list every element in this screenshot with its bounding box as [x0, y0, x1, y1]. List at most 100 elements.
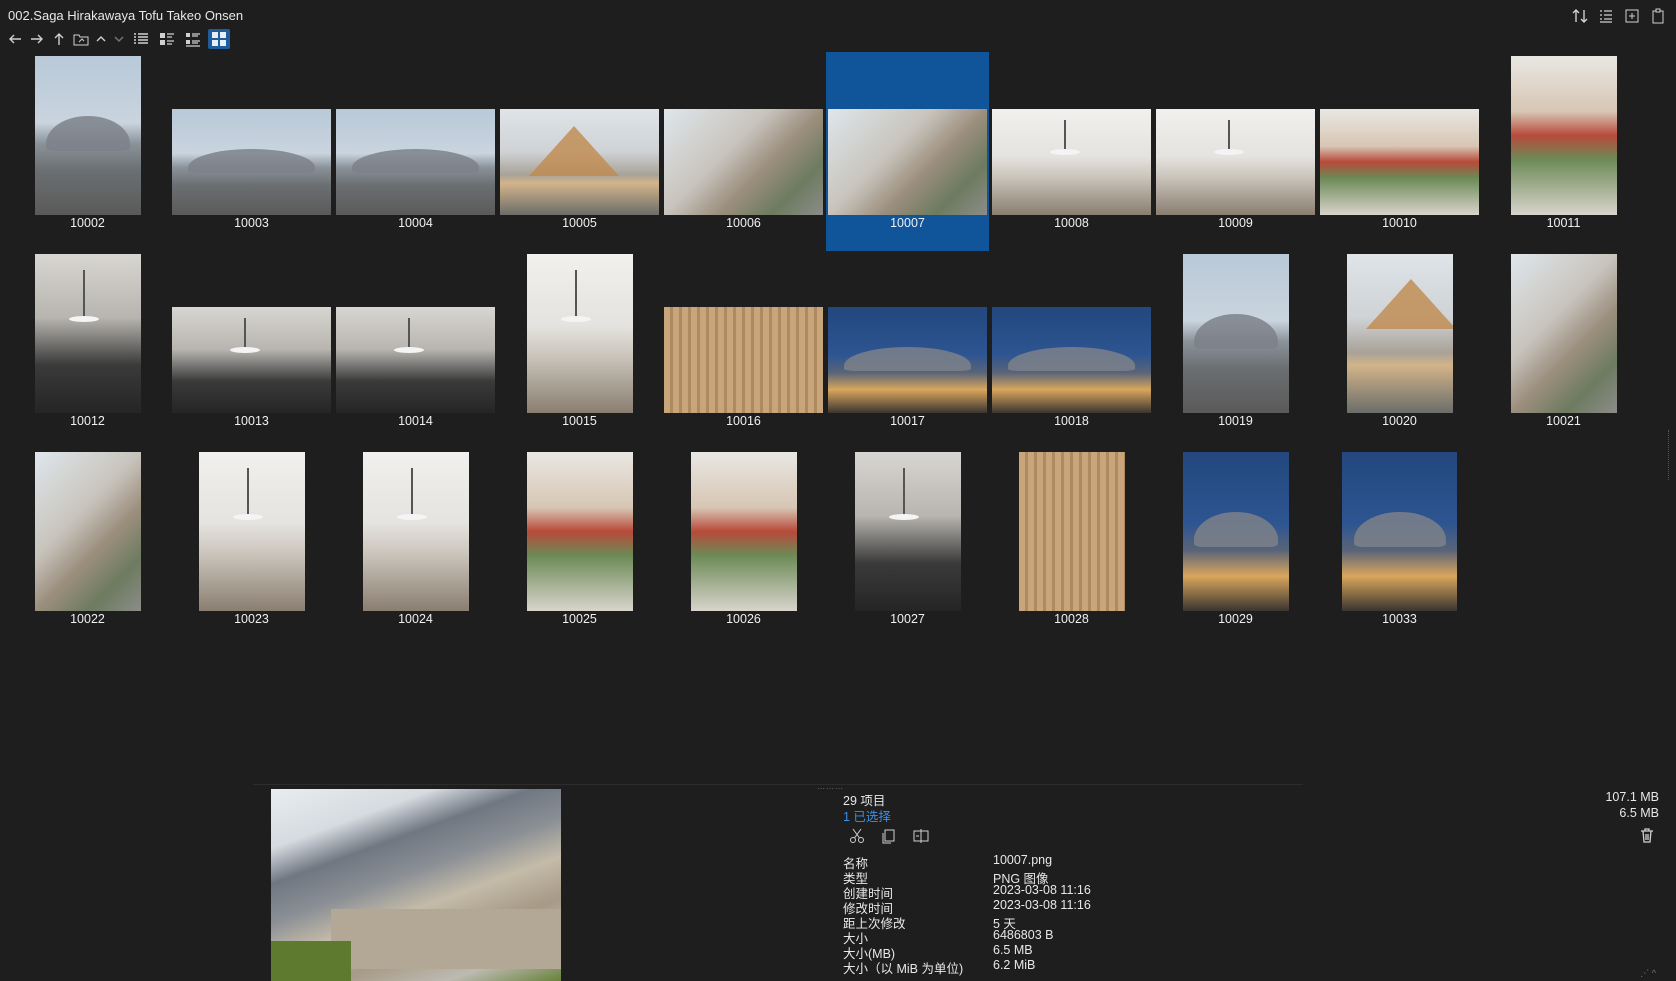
thumbnail-label: 10023	[234, 612, 269, 626]
thumbnail-image	[664, 109, 823, 215]
thumbnail-tile[interactable]: 10005	[498, 52, 661, 251]
new-tab-icon[interactable]	[1624, 8, 1640, 24]
side-panel-handle[interactable]	[1668, 430, 1674, 480]
thumbnail-image	[992, 109, 1151, 215]
thumbnail-tile[interactable]: 10025	[498, 448, 661, 647]
resize-corner-icon[interactable]: ⋰ ^	[1640, 968, 1656, 979]
chevron-down-icon[interactable]	[112, 30, 126, 48]
thumbnail-label: 10029	[1218, 612, 1253, 626]
thumbnail-tile[interactable]: 10029	[1154, 448, 1317, 647]
copy-icon[interactable]	[879, 826, 899, 846]
up-arrow-icon[interactable]	[50, 30, 68, 48]
thumbnail-tile[interactable]: 10022	[6, 448, 169, 647]
details-view-icon[interactable]	[130, 29, 152, 49]
cut-icon[interactable]	[847, 826, 867, 846]
thumbnail-image	[336, 109, 495, 215]
thumbnail-image	[500, 109, 659, 215]
property-value: 6.5 MB	[993, 943, 1033, 957]
thumbnail-tile[interactable]: 10018	[990, 250, 1153, 449]
thumbnail-label: 10005	[562, 216, 597, 230]
thumbnail-label: 10016	[726, 414, 761, 428]
thumbnail-tile[interactable]: 10024	[334, 448, 497, 647]
thumbnail-label: 10015	[562, 414, 597, 428]
thumbnail-tile[interactable]: 10010	[1318, 52, 1481, 251]
thumbnail-tile[interactable]: 10015	[498, 250, 661, 449]
panel-splitter[interactable]	[253, 784, 1303, 785]
thumbnail-tile[interactable]: 10012	[6, 250, 169, 449]
thumbnail-label: 10007	[890, 216, 925, 230]
thumbnail-image	[1511, 56, 1617, 215]
thumbnail-image	[1156, 109, 1315, 215]
thumbnail-label: 10003	[234, 216, 269, 230]
thumbnail-image	[172, 109, 331, 215]
property-value: 2023-03-08 11:16	[993, 883, 1091, 897]
thumbnail-label: 10021	[1546, 414, 1581, 428]
thumbnail-label: 10024	[398, 612, 433, 626]
thumbnail-label: 10008	[1054, 216, 1089, 230]
compare-icon[interactable]	[911, 826, 931, 846]
thumbnail-tile[interactable]: 10014	[334, 250, 497, 449]
file-actions	[847, 826, 931, 846]
sort-icon[interactable]	[1572, 8, 1588, 24]
clipboard-icon[interactable]	[1650, 8, 1666, 24]
thumbnail-tile[interactable]: 10019	[1154, 250, 1317, 449]
thumbnail-label: 10002	[70, 216, 105, 230]
thumbnail-label: 10012	[70, 414, 105, 428]
thumbnail-label: 10014	[398, 414, 433, 428]
thumbnail-label: 10009	[1218, 216, 1253, 230]
forward-arrow-icon[interactable]	[28, 30, 46, 48]
thumbnail-image	[1320, 109, 1479, 215]
tree-list-view-icon[interactable]	[182, 29, 204, 49]
thumbnail-image	[363, 452, 469, 611]
thumbnail-tile[interactable]: 10006	[662, 52, 825, 251]
selected-count[interactable]: 1 已选择	[843, 806, 891, 825]
trash-icon[interactable]	[1638, 826, 1656, 844]
thumbnail-image	[172, 307, 331, 413]
thumbnail-label: 10006	[726, 216, 761, 230]
thumbnail-tile[interactable]: 10011	[1482, 52, 1645, 251]
thumbnail-tile[interactable]: 10017	[826, 250, 989, 449]
folder-icon[interactable]	[72, 30, 90, 48]
property-key: 大小（以 MiB 为单位)	[843, 962, 964, 976]
thumbnail-tile[interactable]: 10026	[662, 448, 825, 647]
thumbnail-view-icon[interactable]	[208, 29, 230, 49]
thumbnail-image	[199, 452, 305, 611]
thumbnail-tile[interactable]: 10009	[1154, 52, 1317, 251]
thumbnail-tile[interactable]: 10028	[990, 448, 1153, 647]
thumbnail-tile[interactable]: 10002	[6, 52, 169, 251]
property-value: 6.2 MiB	[993, 958, 1036, 972]
thumbnail-tile[interactable]: 10007	[826, 52, 989, 251]
thumbnail-image	[1183, 254, 1289, 413]
thumbnail-tile[interactable]: 10003	[170, 52, 333, 251]
thumbnail-label: 10028	[1054, 612, 1089, 626]
thumbnail-label: 10019	[1218, 414, 1253, 428]
thumbnail-tile[interactable]: 10020	[1318, 250, 1481, 449]
right-toolbar	[1572, 8, 1666, 24]
chevron-up-icon[interactable]	[94, 30, 108, 48]
thumbnail-label: 10004	[398, 216, 433, 230]
navigation-toolbar	[6, 28, 230, 50]
property-value: 6486803 B	[993, 928, 1054, 942]
thumbnail-tile[interactable]: 10013	[170, 250, 333, 449]
thumbnail-image	[527, 452, 633, 611]
medium-list-view-icon[interactable]	[156, 29, 178, 49]
thumbnail-image	[336, 307, 495, 413]
thumbnail-tile[interactable]: 10016	[662, 250, 825, 449]
thumbnail-image	[828, 109, 987, 215]
thumbnail-label: 10010	[1382, 216, 1417, 230]
thumbnail-tile[interactable]: 10027	[826, 448, 989, 647]
thumbnail-tile[interactable]: 10023	[170, 448, 333, 647]
thumbnail-label: 10017	[890, 414, 925, 428]
thumbnail-label: 10033	[1382, 612, 1417, 626]
splitter-grip-icon[interactable]: ⋯⋯⋯	[817, 784, 844, 793]
thumbnail-image	[1511, 254, 1617, 413]
column-list-icon[interactable]	[1598, 8, 1614, 24]
thumbnail-image	[35, 254, 141, 413]
thumbnail-tile[interactable]: 10033	[1318, 448, 1481, 647]
thumbnail-tile[interactable]: 10021	[1482, 250, 1645, 449]
back-arrow-icon[interactable]	[6, 30, 24, 48]
thumbnail-image	[1342, 452, 1457, 611]
thumbnail-tile[interactable]: 10008	[990, 52, 1153, 251]
thumbnail-tile[interactable]: 10004	[334, 52, 497, 251]
thumbnail-image	[1183, 452, 1289, 611]
